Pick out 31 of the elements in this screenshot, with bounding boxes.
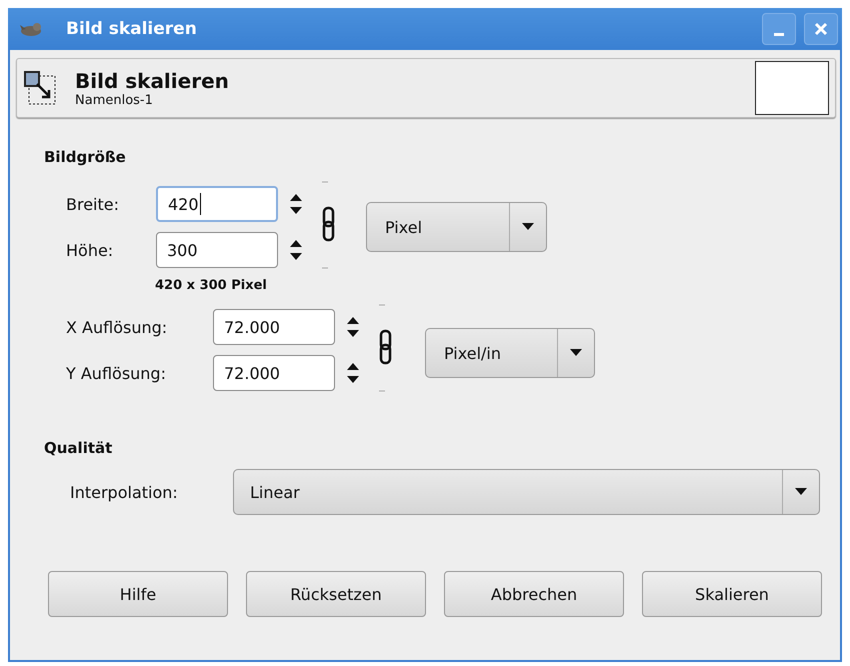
section-heading: Qualität — [44, 439, 112, 457]
interpolation-dropdown[interactable]: Linear — [233, 469, 820, 515]
dropdown-arrow-icon — [570, 349, 582, 357]
window-title: Bild skalieren — [66, 19, 197, 39]
dropdown-arrow-icon — [522, 223, 534, 231]
scale-icon — [23, 70, 57, 106]
section-heading: Bildgröße — [44, 148, 126, 166]
size-summary: 420 x 300 Pixel — [155, 278, 267, 293]
close-button[interactable] — [804, 13, 838, 45]
header-title: Bild skalieren — [75, 68, 229, 92]
app-icon — [18, 21, 44, 37]
number-field[interactable]: 72.000 — [213, 355, 335, 391]
field-label: X Auflösung: — [66, 318, 168, 336]
image-name: Namenlos-1 — [75, 92, 154, 108]
dropdown-arrow-icon — [795, 488, 807, 496]
close-icon — [814, 22, 828, 36]
unit-dropdown[interactable]: Pixel/in — [425, 328, 595, 378]
field-label: Breite: — [66, 194, 120, 214]
number-field[interactable]: 300 — [156, 232, 278, 268]
unit-dropdown[interactable]: Pixel — [366, 202, 547, 252]
field-label: Y Auflösung: — [66, 364, 167, 382]
number-field[interactable]: 420 — [156, 186, 278, 222]
number-field[interactable]: 72.000 — [213, 309, 335, 345]
dialog-button[interactable]: Hilfe — [48, 571, 228, 617]
dialog-button[interactable]: Skalieren — [642, 571, 822, 617]
minimize-button[interactable] — [762, 13, 796, 45]
field-label: Interpolation: — [70, 482, 179, 502]
minimize-icon — [774, 32, 784, 36]
dialog-button[interactable]: Abbrechen — [444, 571, 624, 617]
field-label: Höhe: — [66, 240, 114, 260]
dialog-button[interactable]: Rücksetzen — [246, 571, 426, 617]
